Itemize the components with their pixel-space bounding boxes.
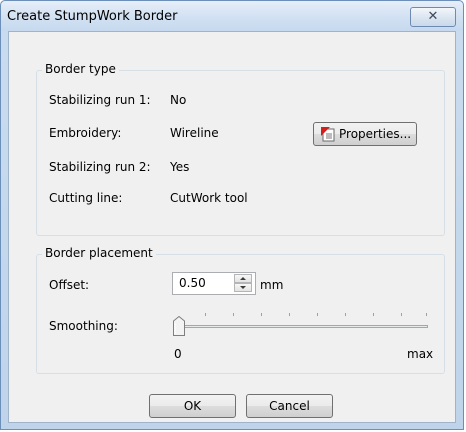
slider-tick — [289, 313, 290, 316]
properties-button-label: Properties... — [339, 127, 412, 141]
ok-button-label: OK — [183, 399, 202, 413]
embroidery-value: Wireline — [170, 126, 219, 140]
slider-tick — [205, 313, 206, 316]
offset-field[interactable]: 0.50 — [172, 272, 256, 295]
embroidery-label: Embroidery: — [49, 126, 122, 140]
stabilizing-run-1-label: Stabilizing run 1: — [49, 93, 151, 107]
properties-button[interactable]: Properties... — [313, 122, 417, 146]
smoothing-slider[interactable] — [172, 306, 430, 342]
properties-icon — [321, 127, 335, 142]
slider-tick — [373, 313, 374, 316]
arrow-up-icon — [240, 277, 246, 280]
slider-tick — [426, 313, 427, 316]
close-icon: ✕ — [427, 9, 439, 24]
stabilizing-run-2-label: Stabilizing run 2: — [49, 160, 151, 174]
border-type-legend: Border type — [42, 62, 119, 76]
title-bar[interactable]: Create StumpWork Border ✕ — [1, 1, 463, 31]
slider-tick — [261, 313, 262, 316]
cancel-button[interactable]: Cancel — [246, 394, 333, 418]
slider-track — [174, 325, 428, 328]
window-title: Create StumpWork Border — [7, 9, 178, 24]
ok-button[interactable]: OK — [149, 394, 236, 418]
close-button[interactable]: ✕ — [410, 7, 456, 27]
slider-tick — [345, 313, 346, 316]
smoothing-label: Smoothing: — [49, 319, 118, 333]
cancel-button-label: Cancel — [269, 399, 310, 413]
border-placement-legend: Border placement — [42, 246, 156, 260]
slider-thumb[interactable] — [173, 315, 185, 336]
slider-tick — [233, 313, 234, 316]
slider-tick — [401, 313, 402, 316]
slider-tick — [317, 313, 318, 316]
offset-spinner[interactable] — [234, 274, 252, 292]
smoothing-min-label: 0 — [174, 347, 182, 361]
spin-down-button[interactable] — [234, 283, 252, 292]
offset-unit: mm — [260, 278, 284, 292]
offset-label: Offset: — [49, 278, 90, 292]
stabilizing-run-1-value: No — [170, 93, 187, 107]
smoothing-max-label: max — [407, 347, 434, 361]
offset-value: 0.50 — [179, 276, 206, 290]
arrow-down-icon — [240, 286, 246, 289]
cutting-line-value: CutWork tool — [170, 191, 248, 205]
cutting-line-label: Cutting line: — [49, 191, 123, 205]
stabilizing-run-2-value: Yes — [170, 160, 190, 174]
spin-up-button[interactable] — [234, 274, 252, 283]
